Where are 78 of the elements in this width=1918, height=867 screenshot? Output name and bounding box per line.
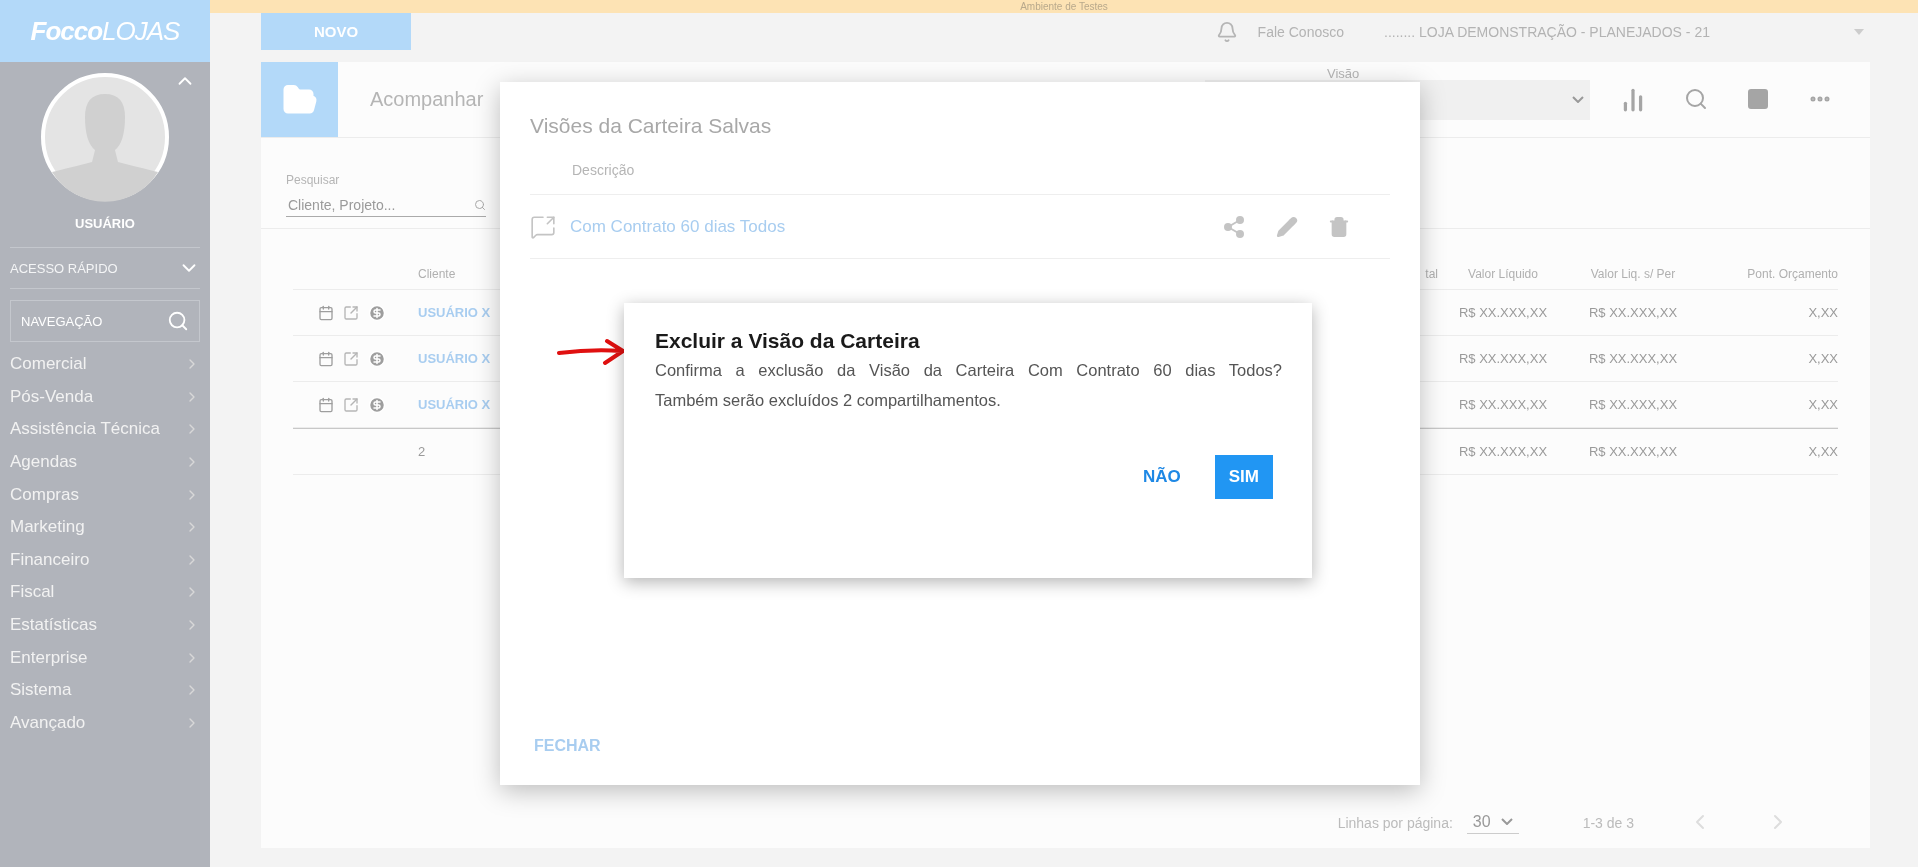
table-cell: R$ XX.XXX,XX [1438, 382, 1568, 428]
quick-access-label: ACESSO RÁPIDO [10, 260, 118, 276]
table-cell: X,XX [1698, 290, 1838, 336]
menu-item[interactable]: Pós-Venda [0, 380, 210, 414]
chevron-down-icon [1572, 96, 1584, 103]
page-range: 1-3 de 3 [1582, 815, 1634, 831]
menu-item[interactable]: Comercial [0, 348, 210, 381]
confirm-title: Excluir a Visão da Carteira [655, 329, 921, 353]
dollar-icon[interactable] [367, 303, 386, 322]
external-link-icon[interactable] [342, 304, 359, 321]
shared-message-icon [530, 213, 556, 240]
contact-link[interactable]: Fale Conosco [1257, 23, 1344, 40]
navigation-search[interactable]: NAVEGAÇÃO [10, 300, 200, 342]
client-link[interactable]: USUÁRIO X [418, 305, 491, 320]
new-button[interactable]: NOVO [261, 13, 411, 50]
logo[interactable]: FoccoLOJAS [30, 15, 180, 47]
quick-access-bar[interactable]: ACESSO RÁPIDO [10, 247, 200, 289]
annotation-arrow [557, 337, 627, 367]
external-link-icon[interactable] [342, 350, 359, 367]
menu-item[interactable]: Compras [0, 478, 210, 511]
view-link[interactable]: Com Contrato 60 dias Todos [570, 216, 1208, 237]
table-cell: R$ XX.XXX,XX [1568, 382, 1698, 428]
share-icon[interactable] [1222, 214, 1246, 239]
menu-item[interactable]: Estatísticas [0, 608, 210, 642]
caret-icon [1854, 28, 1864, 35]
total-cell: R$ XX.XXX,XX [1568, 428, 1698, 475]
table-cell: R$ XX.XXX,XX [1438, 336, 1568, 382]
confirm-message: Confirma a exclusão da Visão da Carteira Com Contrato 60 dias Todos? [655, 360, 1282, 381]
client-link[interactable]: USUÁRIO X [418, 397, 491, 412]
rows-per-page-select[interactable]: 30 [1466, 812, 1519, 834]
calendar-icon[interactable] [317, 304, 334, 321]
menu-item[interactable]: Avançado [0, 706, 210, 740]
search-field[interactable]: Cliente, Projeto... [286, 194, 486, 217]
store-name: ........ LOJA DEMONSTRAÇÃO - PLANEJADOS - 21 [1384, 23, 1710, 40]
menu-item[interactable]: Marketing [0, 510, 210, 544]
menu-item[interactable]: Fiscal [0, 576, 210, 609]
dollar-icon[interactable] [367, 349, 386, 368]
dialog-title: Visões da Carteira Salvas [530, 114, 772, 138]
search-icon [474, 199, 486, 211]
column-header: Valor Liq. s/ Per [1568, 259, 1698, 290]
external-link-icon[interactable] [342, 396, 359, 413]
total-cell: X,XX [1698, 428, 1838, 475]
page-title: Acompanhar [370, 88, 484, 111]
menu-item[interactable]: Sistema [0, 673, 210, 707]
column-header: Pont. Orçamento [1698, 259, 1838, 290]
navigation-label: NAVEGAÇÃO [21, 313, 103, 329]
table-cell: R$ XX.XXX,XX [1568, 290, 1698, 336]
table-cell: X,XX [1698, 382, 1838, 428]
total-cell: R$ XX.XXX,XX [1438, 428, 1568, 475]
environment-banner: Ambiente de Testes [210, 0, 1918, 13]
search-label: Pesquisar [286, 173, 340, 187]
table-cell: X,XX [1698, 336, 1838, 382]
close-button[interactable]: FECHAR [534, 737, 601, 755]
column-header: Descrição [572, 162, 635, 178]
chevron-down-icon [1500, 818, 1513, 825]
column-header: Valor Líquido [1438, 259, 1568, 290]
bell-icon[interactable] [1215, 20, 1238, 43]
view-label: Visão [1327, 65, 1360, 81]
search-input[interactable]: Cliente, Projeto... [286, 197, 460, 213]
table-cell: R$ XX.XXX,XX [1438, 290, 1568, 336]
confirm-note: Também serão excluídos 2 compartilhamentos. [655, 390, 1001, 411]
confirm-button[interactable]: SIM [1214, 455, 1273, 499]
delete-icon[interactable] [1328, 215, 1350, 238]
dollar-icon[interactable] [367, 395, 386, 414]
store-select[interactable]: ........ LOJA DEMONSTRAÇÃO - PLANEJADOS - 21 [1384, 23, 1864, 40]
client-link[interactable]: USUÁRIO X [418, 351, 491, 366]
calendar-icon[interactable] [317, 350, 334, 367]
user-name: USUÁRIO [75, 216, 135, 231]
menu-item[interactable]: Agendas [0, 445, 210, 479]
menu-item[interactable]: Assistência Técnica [0, 413, 210, 446]
menu-item[interactable]: Enterprise [0, 641, 210, 674]
search-icon[interactable] [167, 310, 189, 332]
search-icon[interactable] [1684, 86, 1708, 111]
calendar-icon[interactable] [317, 396, 334, 413]
table-cell: R$ XX.XXX,XX [1568, 336, 1698, 382]
edit-icon[interactable] [1276, 215, 1298, 238]
rows-per-page-label: Linhas por página: [1337, 815, 1453, 831]
menu-item[interactable]: Financeiro [0, 543, 210, 577]
